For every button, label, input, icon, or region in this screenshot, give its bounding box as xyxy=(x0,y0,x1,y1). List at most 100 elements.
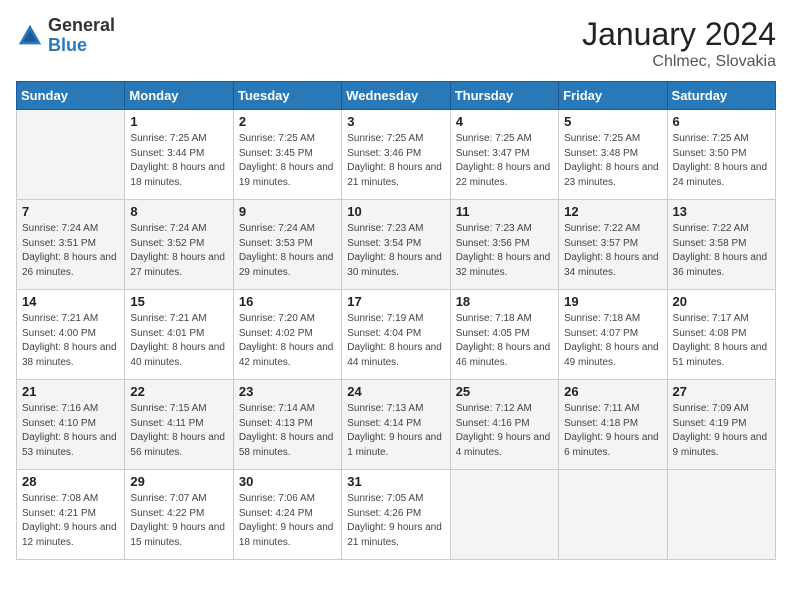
day-number: 5 xyxy=(564,114,661,129)
day-cell: 22 Sunrise: 7:15 AMSunset: 4:11 PMDayligh… xyxy=(125,380,233,470)
day-info: Sunrise: 7:22 AMSunset: 3:57 PMDaylight:… xyxy=(564,222,661,280)
day-info: Sunrise: 7:11 AMSunset: 4:18 PMDaylight:… xyxy=(564,402,661,460)
day-cell: 8 Sunrise: 7:24 AMSunset: 3:52 PMDaylight… xyxy=(125,200,233,290)
day-info: Sunrise: 7:16 AMSunset: 4:10 PMDaylight:… xyxy=(22,402,119,460)
day-cell: 21 Sunrise: 7:16 AMSunset: 4:10 PMDayligh… xyxy=(17,380,125,470)
day-info: Sunrise: 7:25 AMSunset: 3:47 PMDaylight:… xyxy=(456,132,553,190)
day-cell: 13 Sunrise: 7:22 AMSunset: 3:58 PMDayligh… xyxy=(667,200,775,290)
day-number: 15 xyxy=(130,294,227,309)
month-title: January 2024 xyxy=(582,16,776,53)
day-number: 7 xyxy=(22,204,119,219)
day-number: 20 xyxy=(673,294,770,309)
location-title: Chlmec, Slovakia xyxy=(582,53,776,71)
day-info: Sunrise: 7:23 AMSunset: 3:56 PMDaylight:… xyxy=(456,222,553,280)
day-info: Sunrise: 7:18 AMSunset: 4:07 PMDaylight:… xyxy=(564,312,661,370)
day-cell: 19 Sunrise: 7:18 AMSunset: 4:07 PMDayligh… xyxy=(559,290,667,380)
day-number: 10 xyxy=(347,204,444,219)
day-info: Sunrise: 7:06 AMSunset: 4:24 PMDaylight:… xyxy=(239,492,336,550)
day-number: 25 xyxy=(456,384,553,399)
day-cell xyxy=(559,470,667,560)
day-number: 8 xyxy=(130,204,227,219)
day-number: 18 xyxy=(456,294,553,309)
day-number: 23 xyxy=(239,384,336,399)
day-cell: 6 Sunrise: 7:25 AMSunset: 3:50 PMDaylight… xyxy=(667,110,775,200)
day-info: Sunrise: 7:22 AMSunset: 3:58 PMDaylight:… xyxy=(673,222,770,280)
day-info: Sunrise: 7:25 AMSunset: 3:50 PMDaylight:… xyxy=(673,132,770,190)
day-cell xyxy=(667,470,775,560)
day-cell: 10 Sunrise: 7:23 AMSunset: 3:54 PMDayligh… xyxy=(342,200,450,290)
day-info: Sunrise: 7:12 AMSunset: 4:16 PMDaylight:… xyxy=(456,402,553,460)
day-cell: 7 Sunrise: 7:24 AMSunset: 3:51 PMDaylight… xyxy=(17,200,125,290)
day-info: Sunrise: 7:09 AMSunset: 4:19 PMDaylight:… xyxy=(673,402,770,460)
week-row-1: 1Sunrise: 7:25 AMSunset: 3:44 PMDaylight… xyxy=(17,110,776,200)
day-info: Sunrise: 7:21 AMSunset: 4:01 PMDaylight:… xyxy=(130,312,227,370)
day-info: Sunrise: 7:25 AMSunset: 3:48 PMDaylight:… xyxy=(564,132,661,190)
header-row: SundayMondayTuesdayWednesdayThursdayFrid… xyxy=(17,82,776,110)
logo-general-text: General xyxy=(48,16,115,36)
day-info: Sunrise: 7:25 AMSunset: 3:46 PMDaylight:… xyxy=(347,132,444,190)
day-number: 22 xyxy=(130,384,227,399)
day-cell: 17 Sunrise: 7:19 AMSunset: 4:04 PMDayligh… xyxy=(342,290,450,380)
day-cell: 5 Sunrise: 7:25 AMSunset: 3:48 PMDaylight… xyxy=(559,110,667,200)
day-cell: 30 Sunrise: 7:06 AMSunset: 4:24 PMDayligh… xyxy=(233,470,341,560)
calendar-table: SundayMondayTuesdayWednesdayThursdayFrid… xyxy=(16,81,776,560)
day-cell: 2Sunrise: 7:25 AMSunset: 3:45 PMDaylight… xyxy=(233,110,341,200)
day-cell: 24Sunrise: 7:13 AMSunset: 4:14 PMDayligh… xyxy=(342,380,450,470)
day-cell: 4Sunrise: 7:25 AMSunset: 3:47 PMDaylight… xyxy=(450,110,558,200)
day-number: 17 xyxy=(347,294,444,309)
day-info: Sunrise: 7:08 AMSunset: 4:21 PMDaylight:… xyxy=(22,492,119,550)
day-cell: 20Sunrise: 7:17 AMSunset: 4:08 PMDayligh… xyxy=(667,290,775,380)
day-cell: 3 Sunrise: 7:25 AMSunset: 3:46 PMDaylight… xyxy=(342,110,450,200)
day-info: Sunrise: 7:24 AMSunset: 3:52 PMDaylight:… xyxy=(130,222,227,280)
day-info: Sunrise: 7:19 AMSunset: 4:04 PMDaylight:… xyxy=(347,312,444,370)
day-header-monday: Monday xyxy=(125,82,233,110)
week-row-2: 7 Sunrise: 7:24 AMSunset: 3:51 PMDaylight… xyxy=(17,200,776,290)
logo-icon xyxy=(16,22,44,50)
day-info: Sunrise: 7:23 AMSunset: 3:54 PMDaylight:… xyxy=(347,222,444,280)
day-number: 3 xyxy=(347,114,444,129)
day-cell: 11 Sunrise: 7:23 AMSunset: 3:56 PMDayligh… xyxy=(450,200,558,290)
day-info: Sunrise: 7:18 AMSunset: 4:05 PMDaylight:… xyxy=(456,312,553,370)
day-cell: 23Sunrise: 7:14 AMSunset: 4:13 PMDayligh… xyxy=(233,380,341,470)
day-header-wednesday: Wednesday xyxy=(342,82,450,110)
day-cell: 25 Sunrise: 7:12 AMSunset: 4:16 PMDayligh… xyxy=(450,380,558,470)
day-number: 2 xyxy=(239,114,336,129)
day-info: Sunrise: 7:24 AMSunset: 3:53 PMDaylight:… xyxy=(239,222,336,280)
day-info: Sunrise: 7:21 AMSunset: 4:00 PMDaylight:… xyxy=(22,312,119,370)
day-cell: 16 Sunrise: 7:20 AMSunset: 4:02 PMDayligh… xyxy=(233,290,341,380)
day-number: 12 xyxy=(564,204,661,219)
day-info: Sunrise: 7:07 AMSunset: 4:22 PMDaylight:… xyxy=(130,492,227,550)
day-number: 29 xyxy=(130,474,227,489)
day-number: 31 xyxy=(347,474,444,489)
week-row-3: 14Sunrise: 7:21 AMSunset: 4:00 PMDayligh… xyxy=(17,290,776,380)
day-cell xyxy=(450,470,558,560)
day-cell: 14Sunrise: 7:21 AMSunset: 4:00 PMDayligh… xyxy=(17,290,125,380)
day-cell xyxy=(17,110,125,200)
day-number: 24 xyxy=(347,384,444,399)
day-info: Sunrise: 7:24 AMSunset: 3:51 PMDaylight:… xyxy=(22,222,119,280)
day-cell: 29 Sunrise: 7:07 AMSunset: 4:22 PMDayligh… xyxy=(125,470,233,560)
day-number: 13 xyxy=(673,204,770,219)
day-cell: 28 Sunrise: 7:08 AMSunset: 4:21 PMDayligh… xyxy=(17,470,125,560)
day-number: 11 xyxy=(456,204,553,219)
day-number: 30 xyxy=(239,474,336,489)
day-cell: 9 Sunrise: 7:24 AMSunset: 3:53 PMDaylight… xyxy=(233,200,341,290)
logo: General Blue xyxy=(16,16,115,56)
title-area: January 2024 Chlmec, Slovakia xyxy=(582,16,776,71)
day-header-friday: Friday xyxy=(559,82,667,110)
page-header: General Blue January 2024 Chlmec, Slovak… xyxy=(16,16,776,71)
day-cell: 1Sunrise: 7:25 AMSunset: 3:44 PMDaylight… xyxy=(125,110,233,200)
day-cell: 31Sunrise: 7:05 AMSunset: 4:26 PMDayligh… xyxy=(342,470,450,560)
week-row-5: 28 Sunrise: 7:08 AMSunset: 4:21 PMDayligh… xyxy=(17,470,776,560)
day-number: 16 xyxy=(239,294,336,309)
day-info: Sunrise: 7:20 AMSunset: 4:02 PMDaylight:… xyxy=(239,312,336,370)
day-number: 21 xyxy=(22,384,119,399)
day-number: 6 xyxy=(673,114,770,129)
day-cell: 26Sunrise: 7:11 AMSunset: 4:18 PMDayligh… xyxy=(559,380,667,470)
day-number: 19 xyxy=(564,294,661,309)
day-number: 9 xyxy=(239,204,336,219)
day-number: 28 xyxy=(22,474,119,489)
day-info: Sunrise: 7:15 AMSunset: 4:11 PMDaylight:… xyxy=(130,402,227,460)
day-header-thursday: Thursday xyxy=(450,82,558,110)
day-cell: 15 Sunrise: 7:21 AMSunset: 4:01 PMDayligh… xyxy=(125,290,233,380)
